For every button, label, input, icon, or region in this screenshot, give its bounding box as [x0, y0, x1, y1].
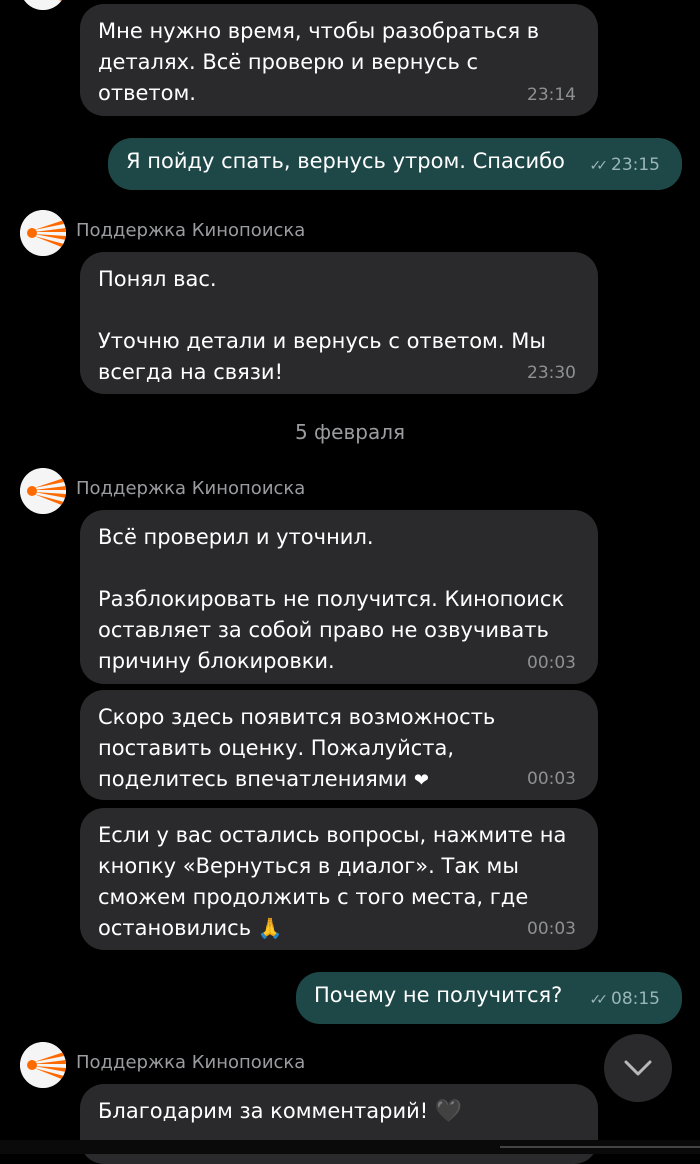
- double-check-icon: ✓✓: [589, 992, 609, 1008]
- message-time: 23:15: [611, 155, 660, 175]
- chevron-down-icon: [624, 1060, 652, 1076]
- divider: [500, 1146, 700, 1148]
- message-time: 23:14: [527, 85, 576, 105]
- message-text: Благодарим за комментарий! 🖤: [98, 1099, 463, 1124]
- message-time: 08:15: [611, 989, 660, 1009]
- message-text: Если у вас остались вопросы, нажмите на …: [98, 823, 567, 940]
- message-text-line: Разблокировать не получится. Кинопоиск о…: [98, 587, 565, 673]
- message-time-wrap: ✓✓ 23:15: [590, 155, 660, 176]
- pray-icon: 🙏: [257, 916, 283, 940]
- message-time: 00:03: [527, 653, 576, 673]
- message-text: Я пойду спать, вернусь утром. Спасибо: [126, 149, 565, 173]
- message-text-line: Всё проверил и уточнил.: [98, 525, 374, 549]
- sender-name: Поддержка Кинопоиска: [76, 478, 306, 499]
- message-text-line: Уточню детали и вернусь с ответом. Мы вс…: [98, 329, 546, 384]
- message-time: 00:03: [527, 919, 576, 939]
- avatar: [20, 210, 66, 256]
- avatar: [20, 1042, 66, 1088]
- message-text: Мне нужно время, чтобы разобраться в дет…: [98, 19, 540, 105]
- sender-name: Поддержка Кинопоиска: [76, 220, 306, 241]
- black-heart-icon: 🖤: [434, 1099, 463, 1124]
- sender-name: Поддержка Кинопоиска: [76, 1052, 306, 1073]
- scroll-down-button[interactable]: [604, 1034, 672, 1102]
- message-bubble[interactable]: Скоро здесь появится возможность постави…: [80, 690, 598, 800]
- message-time: 00:03: [527, 769, 576, 789]
- double-check-icon: ✓✓: [589, 158, 609, 174]
- message-time: 23:30: [527, 363, 576, 383]
- message-bubble[interactable]: Если у вас остались вопросы, нажмите на …: [80, 808, 598, 950]
- heart-icon: ❤: [413, 770, 429, 791]
- message-bubble[interactable]: Всё проверил и уточнил. Разблокировать н…: [80, 510, 598, 684]
- message-bubble-outgoing[interactable]: Я пойду спать, вернусь утром. Спасибо ✓✓…: [108, 138, 682, 190]
- message-bubble[interactable]: Мне нужно время, чтобы разобраться в дет…: [80, 4, 598, 116]
- message-bubble-outgoing[interactable]: Почему не получится? ✓✓ 08:15: [296, 972, 682, 1024]
- message-time-wrap: ✓✓ 08:15: [590, 989, 660, 1010]
- message-text: Скоро здесь появится возможность постави…: [98, 705, 496, 791]
- message-text-line: Понял вас.: [98, 267, 217, 291]
- message-bubble[interactable]: Понял вас. Уточню детали и вернусь с отв…: [80, 252, 598, 394]
- avatar: [20, 468, 66, 514]
- date-separator: 5 февраля: [294, 420, 406, 444]
- avatar: [20, 0, 66, 10]
